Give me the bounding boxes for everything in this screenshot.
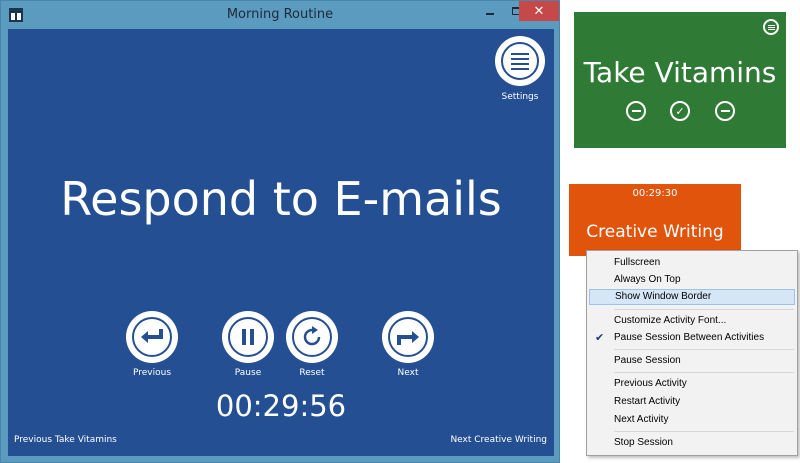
- menu-item-pause-session[interactable]: Pause Session: [589, 353, 795, 369]
- menu-item-show-window-border[interactable]: Show Window Border: [589, 289, 795, 305]
- session-timer: 00:29:56: [215, 389, 347, 423]
- checkmark-icon: ✔: [595, 332, 605, 344]
- main-window: Morning Routine ✕ Settings Respond to E-…: [0, 0, 560, 463]
- menu-item-next-activity[interactable]: Next Activity: [589, 412, 795, 428]
- reset-button[interactable]: [286, 311, 338, 363]
- close-icon: ✕: [533, 3, 545, 19]
- refresh-icon: [303, 326, 321, 346]
- minimize-button[interactable]: [477, 1, 503, 21]
- minus-circle-icon[interactable]: [715, 101, 735, 121]
- menu-item-always-on-top[interactable]: Always On Top: [589, 272, 795, 288]
- menu-item-label: Pause Session Between Activities: [614, 332, 765, 343]
- settings-button[interactable]: [495, 36, 545, 86]
- widget-timer: 00:29:30: [632, 188, 678, 199]
- menu-separator: [614, 372, 794, 373]
- menu-item-stop-session[interactable]: Stop Session: [589, 435, 795, 451]
- menu-item-pause-session-between-activities[interactable]: ✔ Pause Session Between Activities: [589, 330, 795, 346]
- pause-button[interactable]: [222, 311, 274, 363]
- menu-item-previous-activity[interactable]: Previous Activity: [589, 376, 795, 392]
- current-activity-title: Respond to E-mails: [60, 172, 502, 226]
- close-button[interactable]: ✕: [519, 1, 559, 21]
- menu-item-fullscreen[interactable]: Fullscreen: [589, 255, 795, 271]
- hamburger-icon[interactable]: [763, 19, 779, 35]
- next-label: Next: [397, 368, 419, 378]
- back-arrow-icon: [141, 329, 163, 343]
- menu-separator: [614, 349, 794, 350]
- pause-icon: [242, 329, 254, 345]
- next-activity-link[interactable]: Next Creative Writing: [450, 435, 547, 445]
- minimize-icon: [486, 13, 494, 15]
- previous-activity-link[interactable]: Previous Take Vitamins: [14, 435, 117, 445]
- hamburger-icon: [501, 42, 539, 80]
- previous-label: Previous: [132, 368, 172, 378]
- menu-item-customize-activity-font[interactable]: Customize Activity Font...: [589, 313, 795, 329]
- menu-separator: [614, 431, 794, 432]
- session-view: Settings Respond to E-mails Previous Pau…: [8, 29, 554, 456]
- widget-activity-title: Creative Writing: [586, 222, 724, 242]
- widget-activity-title: Take Vitamins: [583, 56, 777, 89]
- context-menu: Fullscreen Always On Top Show Window Bor…: [586, 250, 798, 456]
- window-title: Morning Routine: [226, 7, 334, 22]
- check-circle-icon[interactable]: ✓: [670, 101, 690, 121]
- pause-label: Pause: [234, 368, 262, 378]
- reset-label: Reset: [299, 368, 325, 378]
- previous-button[interactable]: [126, 311, 178, 363]
- compact-widget-take-vitamins[interactable]: Take Vitamins ✓: [574, 12, 786, 148]
- next-button[interactable]: [382, 311, 434, 363]
- menu-separator: [614, 309, 794, 310]
- settings-label: Settings: [501, 92, 539, 102]
- forward-arrow-icon: [397, 331, 419, 345]
- title-bar[interactable]: Morning Routine ✕: [1, 1, 559, 29]
- minus-circle-icon[interactable]: [626, 101, 646, 121]
- menu-item-restart-activity[interactable]: Restart Activity: [589, 394, 795, 410]
- compact-widget-creative-writing[interactable]: 00:29:30 Creative Writing: [569, 184, 741, 256]
